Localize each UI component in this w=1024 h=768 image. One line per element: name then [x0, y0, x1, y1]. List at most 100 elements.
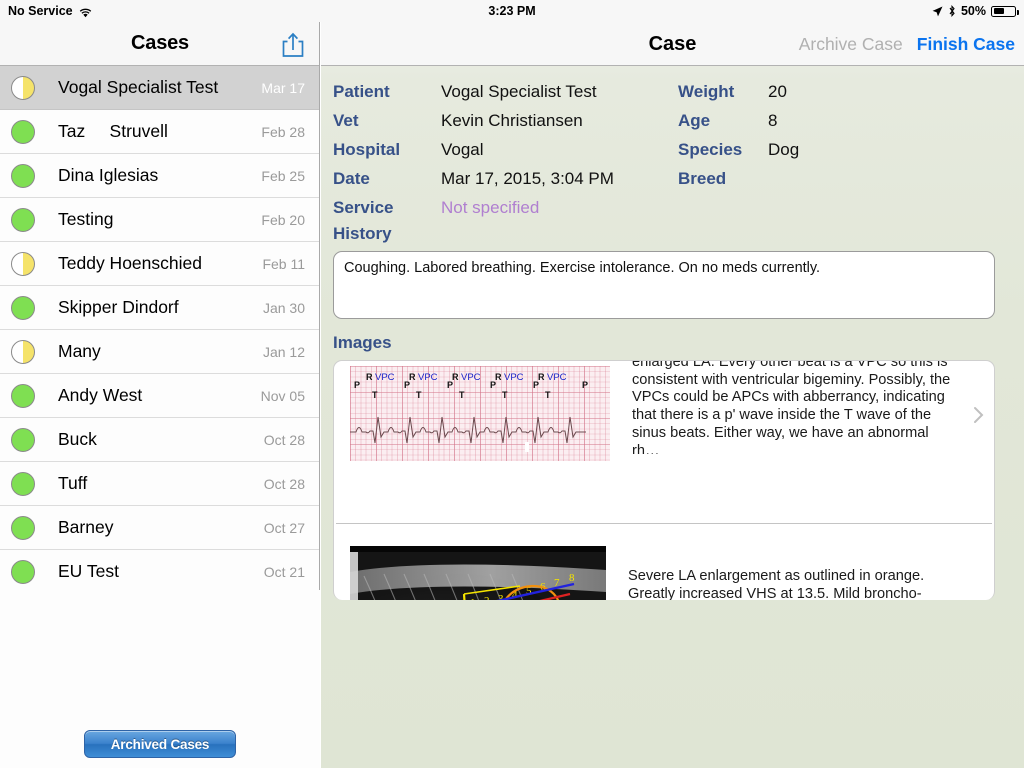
share-icon[interactable]	[279, 30, 307, 60]
status-dot-complete-icon	[11, 515, 35, 540]
case-name-label: Dina Iglesias	[58, 165, 159, 185]
patient-field-row: Species Dog	[678, 140, 799, 169]
status-dot-complete-icon	[11, 119, 35, 144]
patient-field-row: Weight 20	[678, 82, 799, 111]
patient-field-value[interactable]: 20	[768, 82, 787, 102]
battery-icon	[991, 5, 1019, 17]
patient-field-label: Date	[333, 169, 370, 188]
image-row[interactable]: PRT PRT PRT PRT PRT P VPC VPC VPC VPC VP…	[334, 361, 994, 461]
patient-field-row: Patient Vogal Specialist Test	[333, 82, 614, 111]
patient-field-value[interactable]: Not specified	[441, 198, 539, 218]
case-list-item[interactable]: Many Jan 12	[0, 330, 319, 374]
patient-field-value[interactable]: 8	[768, 111, 777, 131]
patient-field-value[interactable]: Kevin Christiansen	[441, 111, 583, 131]
case-date-label: Jan 12	[262, 343, 305, 360]
case-name-label: Taz Struvell	[58, 121, 168, 141]
status-dot-complete-icon	[11, 471, 35, 496]
case-list-item[interactable]: Testing Feb 20	[0, 198, 319, 242]
location-arrow-icon	[932, 6, 943, 17]
svg-text:T: T	[459, 390, 465, 400]
history-textarea[interactable]: Coughing. Labored breathing. Exercise in…	[333, 251, 995, 319]
svg-text:T: T	[545, 390, 551, 400]
status-dot-complete-icon	[11, 207, 35, 232]
status-dot-complete-icon	[11, 295, 35, 320]
status-bar-time: 3:23 PM	[488, 4, 536, 18]
case-date-label: Mar 17	[261, 79, 305, 96]
svg-text:1: 1	[470, 597, 476, 600]
cases-list[interactable]: Vogal Specialist Test Mar 17 Taz Struvell F…	[0, 66, 319, 590]
bluetooth-icon	[948, 4, 956, 18]
patient-field-value[interactable]: Dog	[768, 140, 799, 160]
case-navbar-actions: Archive Case Finish Case	[799, 34, 1015, 55]
patient-fields-right-column: Weight 20 Age 8 Species Dog Breed	[678, 82, 799, 198]
patient-field-row: Age 8	[678, 111, 799, 140]
ecg-strip-image: PRT PRT PRT PRT PRT P VPC VPC VPC VPC VP…	[350, 366, 610, 461]
svg-text:P: P	[582, 380, 588, 390]
status-dot-complete-icon	[11, 559, 35, 584]
case-name-label: Testing	[58, 209, 114, 229]
svg-text:R: R	[366, 372, 373, 382]
status-bar-right: 50%	[932, 4, 1019, 18]
svg-text:P: P	[354, 380, 360, 390]
patient-field-label: Vet	[333, 111, 359, 130]
thoracic-radiograph-thumbnail[interactable]: 7.3 +6.2 VHS=13.5 12 34 5 6 7 8 LA	[350, 546, 606, 600]
status-dot-complete-icon	[11, 427, 35, 452]
finish-case-button[interactable]: Finish Case	[917, 34, 1015, 55]
images-list: PRT PRT PRT PRT PRT P VPC VPC VPC VPC VP…	[333, 360, 995, 600]
patient-field-row: Date Mar 17, 2015, 3:04 PM	[333, 169, 614, 198]
case-list-item[interactable]: Andy West Nov 05	[0, 374, 319, 418]
status-dot-partial-icon	[11, 251, 35, 276]
case-date-label: Oct 21	[263, 563, 305, 580]
case-name-label: Many	[58, 341, 101, 361]
svg-text:8: 8	[569, 572, 575, 584]
svg-text:VPC: VPC	[375, 372, 395, 383]
case-navbar: Case Archive Case Finish Case	[321, 22, 1024, 66]
case-list-item[interactable]: EU Test Oct 21	[0, 550, 319, 590]
patient-field-label: Patient	[333, 82, 390, 101]
svg-text:VPC: VPC	[547, 372, 567, 383]
case-list-item[interactable]: Taz Struvell Feb 28	[0, 110, 319, 154]
patient-field-label: Age	[678, 111, 711, 130]
patient-field-value[interactable]: Vogal Specialist Test	[441, 82, 597, 102]
patient-field-row: Breed	[678, 169, 799, 198]
case-list-item[interactable]: Barney Oct 27	[0, 506, 319, 550]
case-date-label: Feb 25	[261, 167, 305, 184]
chevron-right-icon[interactable]	[973, 406, 984, 424]
image-caption: enlarged LA. Every other beat is a VPC s…	[632, 360, 951, 454]
case-detail-body: Patient Vogal Specialist Test Vet Kevin Chr…	[321, 82, 1024, 600]
svg-text:2: 2	[484, 595, 490, 600]
patient-field-label: Hospital	[333, 140, 401, 159]
case-name-label: Skipper Dindorf	[58, 297, 179, 317]
case-list-item[interactable]: Skipper Dindorf Jan 30	[0, 286, 319, 330]
svg-text:R: R	[495, 372, 502, 382]
case-list-item[interactable]: Tuff Oct 28	[0, 462, 319, 506]
case-list-item[interactable]: Buck Oct 28	[0, 418, 319, 462]
status-bar: No Service 3:23 PM 50%	[0, 0, 1024, 22]
case-date-label: Feb 20	[261, 211, 305, 228]
case-date-label: Oct 28	[263, 475, 305, 492]
svg-text:R: R	[452, 372, 459, 382]
archived-cases-button[interactable]: Archived Cases	[84, 730, 236, 758]
case-list-item[interactable]: Dina Iglesias Feb 25	[0, 154, 319, 198]
svg-text:T: T	[502, 390, 508, 400]
patient-field-value[interactable]: Mar 17, 2015, 3:04 PM	[441, 169, 614, 189]
case-date-label: Feb 28	[261, 123, 305, 140]
case-list-item[interactable]: Vogal Specialist Test Mar 17	[0, 66, 319, 110]
radiograph-image: 7.3 +6.2 VHS=13.5 12 34 5 6 7 8 LA	[350, 546, 606, 600]
case-date-label: Feb 11	[262, 255, 305, 272]
patient-field-row: Service Not specified	[333, 198, 614, 227]
image-row[interactable]: 7.3 +6.2 VHS=13.5 12 34 5 6 7 8 LA Sever…	[334, 524, 994, 600]
archive-case-button[interactable]: Archive Case	[799, 34, 903, 55]
history-section-label: History	[333, 224, 392, 243]
patient-field-value[interactable]: Vogal	[441, 140, 484, 160]
case-name-label: Barney	[58, 517, 114, 537]
case-list-item[interactable]: Teddy Hoenschied Feb 11	[0, 242, 319, 286]
ecg-strip-thumbnail[interactable]: PRT PRT PRT PRT PRT P VPC VPC VPC VPC VP…	[350, 366, 610, 461]
svg-text:VPC: VPC	[461, 372, 481, 383]
case-name-label: Tuff	[58, 473, 88, 493]
cases-master-pane: Cases Vogal Specialist Test Mar 17 Taz Str…	[0, 22, 320, 768]
case-name-label: Buck	[58, 429, 97, 449]
case-name-label: EU Test	[58, 561, 119, 581]
patient-field-label: Service	[333, 198, 394, 217]
svg-text:T: T	[372, 390, 378, 400]
